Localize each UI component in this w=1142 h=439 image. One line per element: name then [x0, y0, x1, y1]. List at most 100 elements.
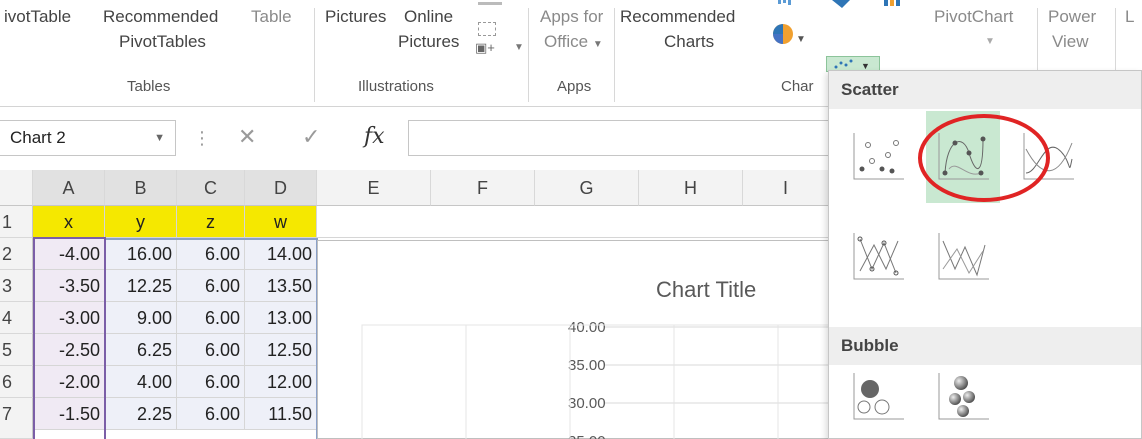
data-cell[interactable]: 12.00 — [245, 366, 317, 398]
apps-group-label: Apps — [557, 78, 592, 95]
scatter-smooth-lines-option[interactable] — [1011, 111, 1085, 203]
bubble-option[interactable] — [841, 359, 915, 435]
smartart-icon[interactable] — [478, 22, 496, 36]
data-cell[interactable]: 6.25 — [105, 334, 177, 366]
data-cell[interactable]: 16.00 — [105, 238, 177, 270]
data-cell[interactable]: -1.50 — [33, 398, 105, 430]
apps-for-office-button[interactable]: Apps for — [540, 6, 603, 28]
svg-text:▼: ▼ — [796, 34, 806, 45]
scatter-straight-lines-option[interactable] — [926, 211, 1000, 303]
data-cell[interactable]: -4.00 — [33, 238, 105, 270]
pivottable-button[interactable]: ivotTable — [4, 6, 71, 28]
power-view-label: View — [1052, 32, 1089, 51]
scatter-section-header: Scatter — [829, 71, 1141, 109]
table-button[interactable]: Table — [251, 6, 292, 28]
column-header-f[interactable]: F — [431, 170, 535, 206]
screenshot-icon[interactable]: ▣+ — [475, 40, 495, 56]
column-header-a[interactable]: A — [33, 170, 105, 206]
row-header[interactable]: 5 — [0, 334, 33, 366]
online-pictures-button[interactable]: Online — [404, 6, 453, 28]
shapes-icon[interactable] — [478, 2, 502, 5]
tables-group-label: Tables — [127, 78, 171, 95]
data-cell[interactable]: 6.00 — [177, 366, 245, 398]
column-header-g[interactable]: G — [535, 170, 639, 206]
data-cell[interactable]: -3.00 — [33, 302, 105, 334]
data-cell[interactable]: 14.00 — [245, 238, 317, 270]
data-cell[interactable]: 6.00 — [177, 398, 245, 430]
column-header-b[interactable]: B — [105, 170, 177, 206]
y-tick-label: 25.00 — [568, 433, 606, 439]
selection-border — [33, 238, 35, 439]
recommended-pivottables-button[interactable]: Recommended — [103, 6, 218, 28]
pivotchart-button[interactable]: PivotChart — [934, 6, 1013, 28]
bubble-3d-option[interactable] — [926, 359, 1000, 435]
data-cell[interactable]: 6.00 — [177, 302, 245, 334]
scatter-smooth-lines-icon — [938, 133, 989, 180]
data-cell[interactable]: 12.25 — [105, 270, 177, 302]
name-box[interactable]: Chart 2 ▼ — [0, 120, 176, 156]
data-cell[interactable]: 6.00 — [177, 238, 245, 270]
ribbon-divider — [614, 8, 615, 102]
selection-border — [104, 238, 106, 439]
data-cell[interactable]: -3.50 — [33, 270, 105, 302]
formula-bar-grip: ⋮ — [193, 128, 211, 148]
header-cell-x[interactable]: x — [33, 206, 105, 238]
data-cell[interactable]: 9.00 — [105, 302, 177, 334]
scatter-smooth-icon — [1023, 133, 1074, 180]
scatter-straight-lines-markers-option[interactable] — [841, 211, 915, 303]
ribbon-divider — [528, 8, 529, 102]
data-cell[interactable]: 13.00 — [245, 302, 317, 334]
row-header[interactable]: 7 — [0, 398, 33, 439]
name-box-value: Chart 2 — [10, 128, 66, 147]
scatter-markers-option[interactable] — [841, 111, 915, 203]
scatter-markers-icon — [853, 133, 904, 180]
chart-type-icons: ▼ — [773, 0, 806, 45]
data-cell[interactable]: 11.50 — [245, 398, 317, 430]
row-header[interactable]: 3 — [0, 270, 33, 302]
data-cell[interactable]: 6.00 — [177, 270, 245, 302]
chevron-down-icon[interactable]: ▼ — [154, 132, 165, 144]
chevron-down-icon[interactable]: ▼ — [985, 36, 995, 47]
select-all-corner[interactable] — [0, 170, 33, 206]
charts-group-label: Char — [781, 78, 814, 95]
row-header[interactable]: 2 — [0, 238, 33, 270]
bubble-icon — [853, 373, 904, 420]
enter-icon[interactable]: ✓ — [302, 124, 320, 150]
column-header-h[interactable]: H — [639, 170, 743, 206]
power-view-button[interactable]: Power — [1048, 6, 1096, 28]
chevron-down-icon[interactable]: ▼ — [514, 42, 524, 53]
column-header-d[interactable]: D — [245, 170, 317, 206]
header-cell-w[interactable]: w — [245, 206, 317, 238]
data-cell[interactable]: 4.00 — [105, 366, 177, 398]
online-pictures-label: Pictures — [398, 32, 460, 51]
recommended-charts-label: Charts — [664, 32, 715, 51]
insert-function-icon[interactable]: fx — [364, 124, 385, 149]
header-cell-z[interactable]: z — [177, 206, 245, 238]
data-cell[interactable]: 2.25 — [105, 398, 177, 430]
data-cell[interactable]: 13.50 — [245, 270, 317, 302]
row-header[interactable]: 6 — [0, 366, 33, 398]
scatter-chart-dropdown: Scatter Bubble — [828, 70, 1142, 439]
office-label: Office ▼ — [544, 32, 603, 51]
formula-input[interactable] — [408, 120, 848, 156]
recommended-charts-button[interactable]: Recommended — [620, 6, 735, 28]
column-header-i[interactable]: I — [743, 170, 829, 206]
row-header[interactable]: 1 — [0, 206, 33, 238]
data-cell[interactable]: 6.00 — [177, 334, 245, 366]
illustrations-group-label: Illustrations — [358, 78, 434, 95]
scatter-straight-markers-icon — [853, 233, 904, 280]
column-header-c[interactable]: C — [177, 170, 245, 206]
scatter-smooth-lines-markers-option[interactable] — [926, 111, 1000, 203]
scatter-straight-icon — [938, 233, 989, 280]
row-header[interactable]: 4 — [0, 302, 33, 334]
data-cell[interactable]: -2.00 — [33, 366, 105, 398]
header-cell-y[interactable]: y — [105, 206, 177, 238]
chart-title[interactable]: Chart Title — [656, 277, 756, 303]
column-header-e[interactable]: E — [317, 170, 431, 206]
pictures-button[interactable]: Pictures — [325, 6, 386, 28]
y-tick-label: 35.00 — [568, 357, 606, 374]
recommended-pivottables-label: PivotTables — [119, 32, 206, 51]
data-cell[interactable]: 12.50 — [245, 334, 317, 366]
cancel-icon[interactable]: ✕ — [238, 124, 256, 150]
data-cell[interactable]: -2.50 — [33, 334, 105, 366]
